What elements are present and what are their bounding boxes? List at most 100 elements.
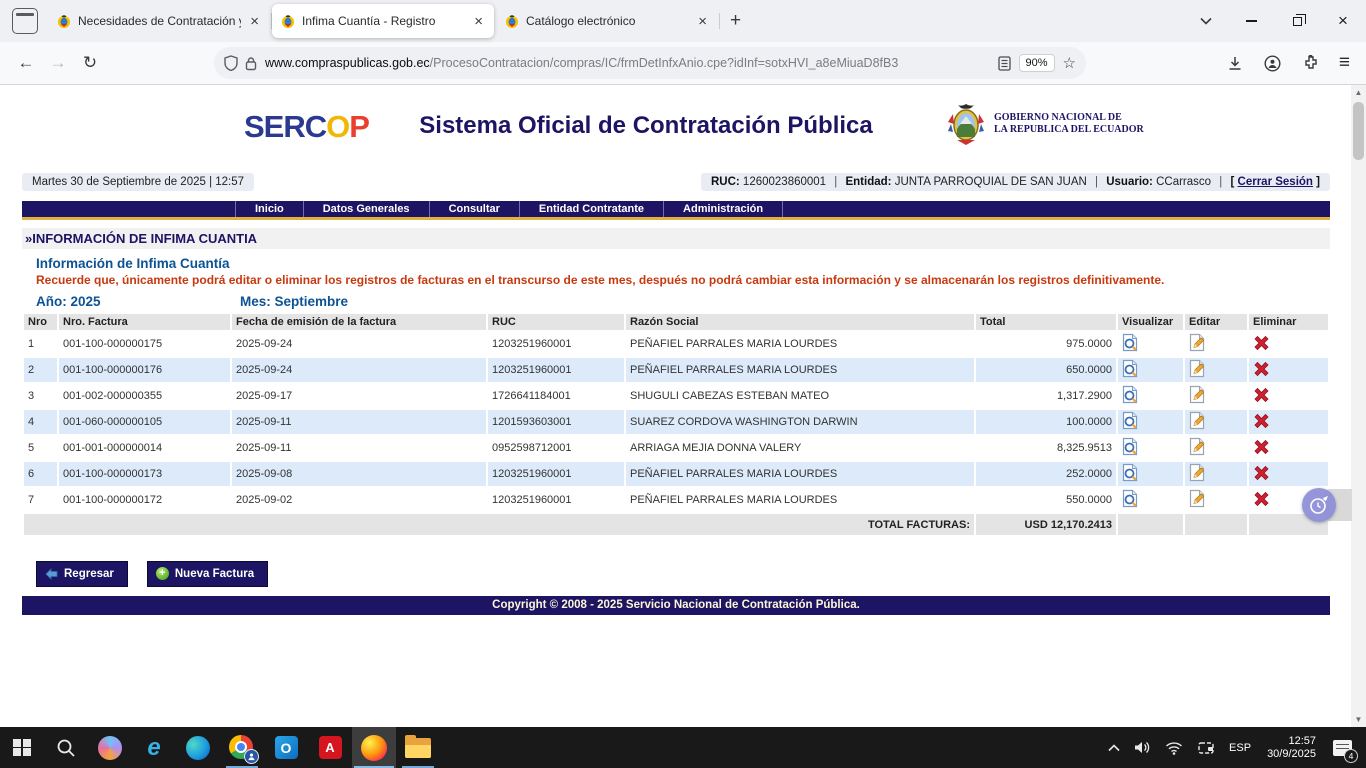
menu-item-datos-generales[interactable]: Datos Generales bbox=[303, 201, 429, 217]
reload-icon[interactable]: ↻ bbox=[74, 47, 106, 79]
outlook-button[interactable]: O bbox=[264, 727, 308, 768]
restore-button[interactable] bbox=[1274, 0, 1320, 42]
delete-icon[interactable] bbox=[1253, 335, 1270, 354]
menu-item-entidad-contratante[interactable]: Entidad Contratante bbox=[519, 201, 663, 217]
view-icon[interactable] bbox=[1122, 411, 1139, 433]
cell-razon: PEÑAFIEL PARRALES MARIA LOURDES bbox=[626, 358, 974, 382]
new-tab-button[interactable]: + bbox=[720, 8, 751, 34]
clock[interactable]: 12:57 30/9/2025 bbox=[1258, 735, 1325, 761]
internet-explorer-button[interactable]: e bbox=[132, 727, 176, 768]
clock-icon bbox=[1307, 493, 1331, 517]
view-icon[interactable] bbox=[1122, 489, 1139, 511]
tab-close-icon[interactable]: × bbox=[247, 13, 262, 30]
cell-fecha: 2025-09-17 bbox=[232, 384, 486, 408]
tab-infima-cuantia[interactable]: Infima Cuantía - Registro × bbox=[272, 4, 494, 38]
back-icon[interactable]: ← bbox=[10, 47, 42, 79]
warning-text: Recuerde que, únicamente podrá editar o … bbox=[22, 273, 1330, 287]
view-icon[interactable] bbox=[1122, 437, 1139, 459]
ie-icon: e bbox=[147, 734, 160, 762]
table-row: 4001-060-0000001052025-09-11120159360300… bbox=[24, 410, 1328, 434]
zoom-level-badge[interactable]: 90% bbox=[1019, 54, 1055, 72]
ruc-value: 1260023860001 bbox=[743, 176, 826, 188]
cell-fecha: 2025-09-11 bbox=[232, 410, 486, 434]
cell-nro: 6 bbox=[24, 462, 57, 486]
col-visualizar: Visualizar bbox=[1118, 314, 1183, 330]
view-icon[interactable] bbox=[1122, 463, 1139, 485]
tab-manager-icon[interactable] bbox=[12, 8, 38, 34]
menu-item-administracion[interactable]: Administración bbox=[663, 201, 783, 217]
edit-icon[interactable] bbox=[1189, 437, 1205, 459]
wifi-icon[interactable] bbox=[1158, 727, 1190, 768]
minimize-button[interactable] bbox=[1228, 0, 1274, 42]
menu-item-inicio[interactable]: Inicio bbox=[235, 201, 303, 217]
menu-icon[interactable]: ≡ bbox=[1333, 52, 1356, 74]
tab-close-icon[interactable]: × bbox=[471, 13, 486, 30]
tab-catalogo[interactable]: Catálogo electrónico × bbox=[496, 4, 718, 38]
shield-icon[interactable] bbox=[224, 55, 238, 71]
tray-chevron-icon[interactable] bbox=[1101, 727, 1127, 768]
cell-nro: 3 bbox=[24, 384, 57, 408]
reader-view-icon[interactable] bbox=[998, 56, 1011, 71]
delete-icon[interactable] bbox=[1253, 387, 1270, 406]
file-explorer-button[interactable] bbox=[396, 727, 440, 768]
account-icon[interactable] bbox=[1257, 47, 1289, 79]
volume-icon[interactable] bbox=[1127, 727, 1158, 768]
chrome-button[interactable] bbox=[220, 727, 264, 768]
delete-icon[interactable] bbox=[1253, 361, 1270, 380]
edit-icon[interactable] bbox=[1189, 359, 1205, 381]
firefox-button[interactable] bbox=[352, 727, 396, 768]
session-box: RUC: 1260023860001 | Entidad: JUNTA PARR… bbox=[701, 173, 1330, 191]
page-scrollbar[interactable]: ▲ ▼ bbox=[1351, 85, 1366, 727]
view-icon[interactable] bbox=[1122, 359, 1139, 381]
table-row: 2001-100-0000001762025-09-24120325196000… bbox=[24, 358, 1328, 382]
view-icon[interactable] bbox=[1122, 333, 1139, 355]
scroll-up-icon[interactable]: ▲ bbox=[1351, 85, 1366, 100]
total-label: TOTAL FACTURAS: bbox=[24, 514, 974, 535]
delete-icon[interactable] bbox=[1253, 413, 1270, 432]
downloads-icon[interactable] bbox=[1219, 47, 1251, 79]
cell-fecha: 2025-09-02 bbox=[232, 488, 486, 512]
cell-razon: ARRIAGA MEJIA DONNA VALERY bbox=[626, 436, 974, 460]
search-button[interactable] bbox=[44, 727, 88, 768]
notification-count-badge: 4 bbox=[1344, 749, 1358, 763]
ecuador-crest-icon bbox=[56, 13, 72, 29]
delete-icon[interactable] bbox=[1253, 465, 1270, 484]
logout-link[interactable]: Cerrar Sesión bbox=[1238, 176, 1313, 188]
lock-icon[interactable] bbox=[245, 56, 257, 71]
edit-icon[interactable] bbox=[1189, 333, 1205, 355]
view-icon[interactable] bbox=[1122, 385, 1139, 407]
edit-icon[interactable] bbox=[1189, 463, 1205, 485]
edge-button[interactable] bbox=[176, 727, 220, 768]
notification-center-button[interactable]: 4 bbox=[1325, 727, 1366, 768]
edit-icon[interactable] bbox=[1189, 411, 1205, 433]
edit-icon[interactable] bbox=[1189, 385, 1205, 407]
menu-item-consultar[interactable]: Consultar bbox=[429, 201, 519, 217]
url-input[interactable]: www.compraspublicas.gob.ec/ProcesoContra… bbox=[214, 47, 1086, 79]
copilot-button[interactable] bbox=[88, 727, 132, 768]
list-all-tabs-icon[interactable] bbox=[1184, 12, 1228, 30]
edit-icon[interactable] bbox=[1189, 489, 1205, 511]
clock-widget-button[interactable] bbox=[1302, 488, 1336, 522]
gov-text-line1: GOBIERNO NACIONAL DE bbox=[994, 112, 1144, 124]
start-button[interactable] bbox=[0, 727, 44, 768]
tab-close-icon[interactable]: × bbox=[695, 13, 710, 30]
close-window-button[interactable]: × bbox=[1320, 0, 1366, 42]
language-indicator[interactable]: ESP bbox=[1222, 727, 1258, 768]
acrobat-button[interactable]: A bbox=[308, 727, 352, 768]
system-tray: ESP 12:57 30/9/2025 4 bbox=[1101, 727, 1366, 768]
nueva-factura-button[interactable]: + Nueva Factura bbox=[147, 561, 268, 587]
scrollbar-thumb[interactable] bbox=[1353, 102, 1364, 160]
browser-toolbar: ← → ↻ www.compraspublicas.gob.ec/Proceso… bbox=[0, 42, 1366, 85]
button-row: Regresar + Nueva Factura bbox=[36, 561, 1330, 587]
connect-display-icon[interactable] bbox=[1190, 727, 1222, 768]
forward-icon[interactable]: → bbox=[42, 47, 74, 79]
extensions-puzzle-icon[interactable] bbox=[1295, 47, 1327, 79]
bookmark-star-icon[interactable]: ☆ bbox=[1063, 54, 1076, 72]
cell-fecha: 2025-09-24 bbox=[232, 358, 486, 382]
regresar-button[interactable]: Regresar bbox=[36, 561, 128, 587]
scroll-down-icon[interactable]: ▼ bbox=[1351, 712, 1366, 727]
delete-icon[interactable] bbox=[1253, 491, 1270, 510]
delete-icon[interactable] bbox=[1253, 439, 1270, 458]
col-eliminar: Eliminar bbox=[1249, 314, 1328, 330]
tab-necesidades[interactable]: Necesidades de Contratación y × bbox=[48, 4, 270, 38]
